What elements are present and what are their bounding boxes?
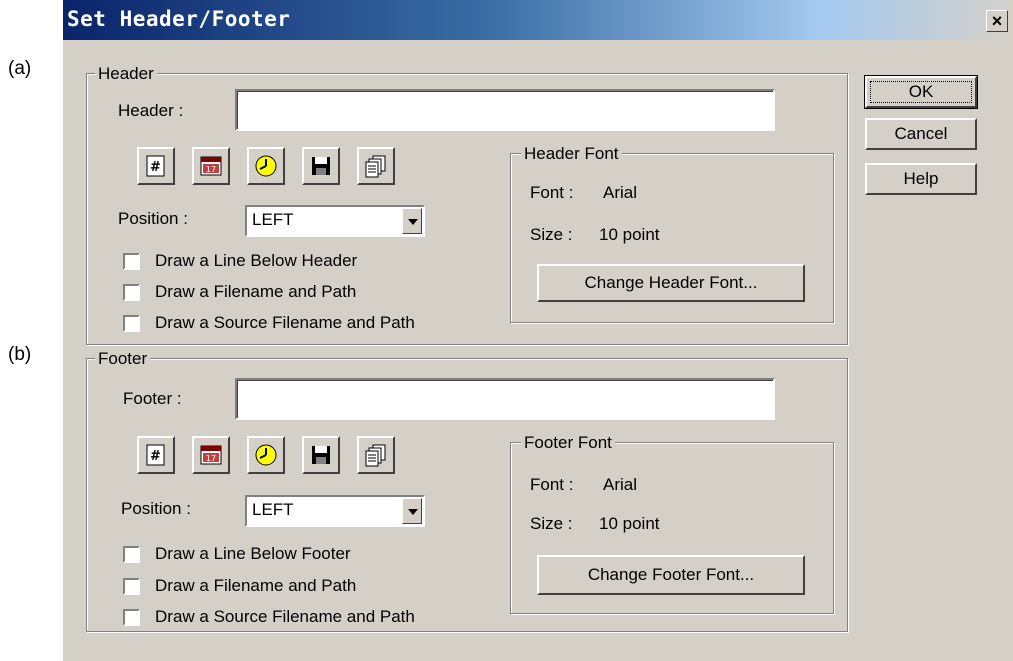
footer-font-group-title: Footer Font — [521, 433, 615, 453]
footer-position-select[interactable]: LEFT — [245, 495, 425, 527]
footer-group-title: Footer — [95, 349, 151, 369]
footer-font-label: Font : — [530, 475, 574, 494]
header-insert-date-button[interactable]: 17 — [192, 147, 230, 185]
focus-rect — [870, 81, 972, 103]
cancel-button[interactable]: Cancel — [865, 118, 977, 150]
date-icon: 17 — [200, 156, 222, 176]
header-insert-filename-button[interactable] — [302, 147, 340, 185]
copy-icon — [365, 444, 386, 467]
header-insert-time-button[interactable] — [247, 147, 285, 185]
save-icon — [312, 157, 330, 175]
title-bar: Set Header/Footer × — [63, 0, 1013, 40]
set-header-footer-dialog: Set Header/Footer × Header Header : # 17 — [63, 0, 1013, 661]
change-header-font-button[interactable]: Change Header Font... — [537, 264, 805, 302]
header-font-label: Font : — [530, 183, 574, 202]
annotation-a: (a) — [8, 58, 32, 79]
close-button[interactable]: × — [986, 10, 1008, 32]
date-icon: 17 — [200, 445, 222, 465]
footer-checkbox-source-label[interactable]: Draw a Source Filename and Path — [155, 606, 415, 628]
footer-checkbox-line[interactable] — [123, 546, 140, 563]
time-icon — [255, 444, 277, 466]
svg-text:17: 17 — [206, 165, 216, 174]
header-position-select[interactable]: LEFT — [245, 205, 425, 237]
footer-font-value: Arial — [603, 475, 638, 494]
header-checkbox-filename[interactable] — [123, 284, 140, 301]
footer-field-label: Footer : — [123, 389, 182, 408]
footer-insert-date-button[interactable]: 17 — [192, 436, 230, 474]
header-insert-page-button[interactable]: # — [137, 147, 175, 185]
save-icon — [312, 446, 330, 464]
header-checkbox-line-label[interactable]: Draw a Line Below Header — [155, 250, 357, 272]
header-font-group-title: Header Font — [521, 144, 622, 164]
footer-size-value: 10 point — [599, 514, 660, 533]
footer-checkbox-line-label[interactable]: Draw a Line Below Footer — [155, 543, 351, 565]
copy-icon — [365, 155, 386, 178]
change-footer-font-button[interactable]: Change Footer Font... — [537, 555, 805, 595]
header-position-label: Position : — [118, 209, 188, 228]
header-font-value: Arial — [603, 183, 638, 202]
footer-input[interactable] — [235, 378, 775, 420]
footer-insert-path-button[interactable] — [357, 436, 395, 474]
footer-position-label: Position : — [121, 499, 191, 518]
header-size-value: 10 point — [599, 225, 660, 244]
footer-checkbox-filename[interactable] — [123, 578, 140, 595]
header-checkbox-source[interactable] — [123, 315, 140, 332]
svg-text:#: # — [150, 449, 161, 464]
footer-insert-filename-button[interactable] — [302, 436, 340, 474]
footer-position-value: LEFT — [252, 500, 294, 519]
time-icon — [255, 155, 277, 177]
page-number-icon: # — [146, 444, 165, 466]
header-group-title: Header — [95, 64, 157, 84]
header-input[interactable] — [235, 89, 775, 131]
chevron-down-icon[interactable] — [402, 208, 422, 234]
window-title: Set Header/Footer — [67, 7, 291, 31]
header-checkbox-filename-label[interactable]: Draw a Filename and Path — [155, 281, 356, 303]
header-position-value: LEFT — [252, 210, 294, 229]
header-insert-path-button[interactable] — [357, 147, 395, 185]
header-checkbox-line[interactable] — [123, 253, 140, 270]
header-checkbox-source-label[interactable]: Draw a Source Filename and Path — [155, 312, 415, 334]
svg-text:#: # — [150, 160, 161, 175]
footer-checkbox-source[interactable] — [123, 609, 140, 626]
header-size-label: Size : — [530, 225, 573, 244]
help-button[interactable]: Help — [865, 163, 977, 195]
footer-size-label: Size : — [530, 514, 573, 533]
svg-text:17: 17 — [206, 454, 216, 463]
page-number-icon: # — [146, 155, 165, 177]
footer-insert-page-button[interactable]: # — [137, 436, 175, 474]
ok-button[interactable]: OK — [864, 75, 978, 109]
annotation-b: (b) — [8, 344, 32, 365]
footer-checkbox-filename-label[interactable]: Draw a Filename and Path — [155, 575, 356, 597]
footer-insert-time-button[interactable] — [247, 436, 285, 474]
chevron-down-icon[interactable] — [402, 498, 422, 524]
header-field-label: Header : — [118, 101, 184, 120]
